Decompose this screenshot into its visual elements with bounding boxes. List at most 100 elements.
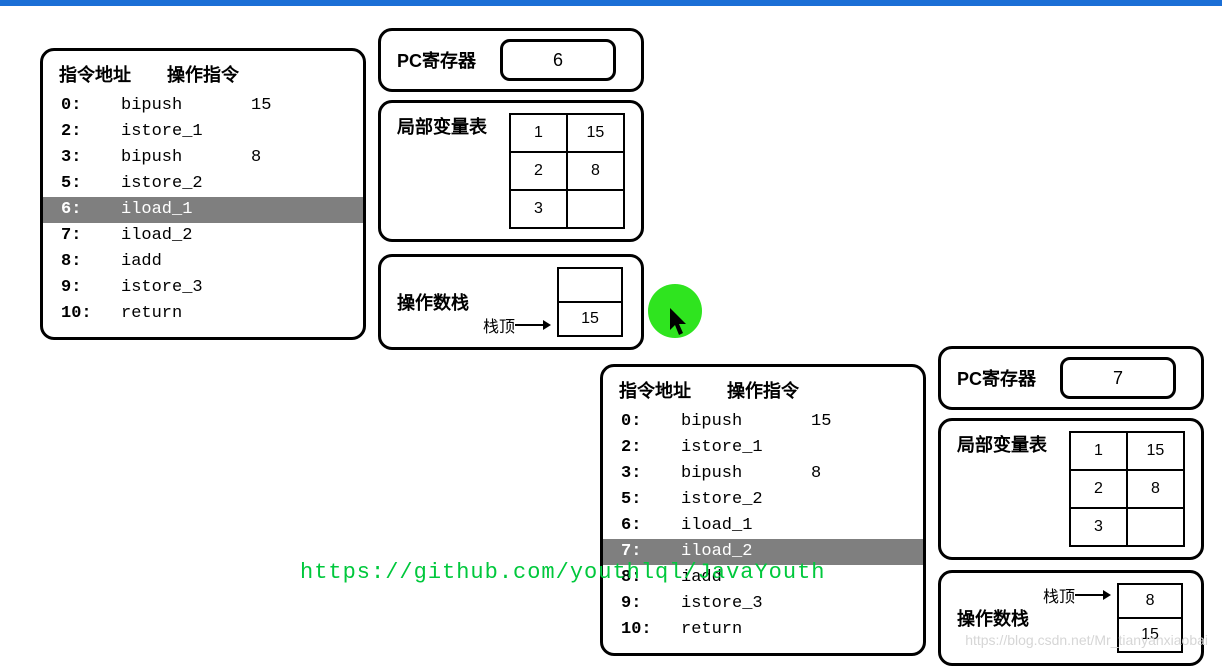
instr-addr: 3: <box>603 461 681 487</box>
github-url-overlay: https://github.com/youthlql/JavaYouth <box>300 560 825 585</box>
arrow-right-icon <box>1075 587 1111 603</box>
lvt-cell: 3 <box>1070 508 1127 546</box>
instr-addr: 7: <box>43 223 121 249</box>
mouse-cursor-icon <box>670 308 692 343</box>
instr2-header-op: 操作指令 <box>727 377 799 403</box>
ops1-top-label: 栈顶 <box>483 313 515 337</box>
instr1-rows: 0:bipush152:istore_13:bipush85:istore_26… <box>43 93 363 337</box>
instr1-header-op: 操作指令 <box>167 61 239 87</box>
lvt2-grid: 115283 <box>1069 431 1185 547</box>
instruction-row: 0:bipush15 <box>43 93 363 119</box>
opstack-panel-2: 操作数栈 栈顶 815 <box>938 570 1204 666</box>
stack-cell: 15 <box>558 302 622 336</box>
instruction-row: 10:return <box>603 617 923 643</box>
instr2-header-addr: 指令地址 <box>619 377 691 403</box>
instr2-rows: 0:bipush152:istore_13:bipush85:istore_26… <box>603 409 923 653</box>
instr-addr: 6: <box>43 197 121 223</box>
lvt-cell: 8 <box>1127 470 1184 508</box>
lvt-cell: 1 <box>1070 432 1127 470</box>
instr-arg: 8 <box>251 145 291 171</box>
ops2-top-label: 栈顶 <box>1043 583 1075 607</box>
instr-addr: 9: <box>603 591 681 617</box>
top-blue-bar <box>0 0 1222 6</box>
instr-op: istore_1 <box>121 119 251 145</box>
pc2-label: PC寄存器 <box>957 365 1036 391</box>
instr-op: istore_2 <box>681 487 811 513</box>
instr-op: bipush <box>681 409 811 435</box>
lvt-cell <box>567 190 624 228</box>
instr-op: iload_1 <box>681 513 811 539</box>
instr-arg: 15 <box>811 409 851 435</box>
lvt-cell: 1 <box>510 114 567 152</box>
instr-addr: 9: <box>43 275 121 301</box>
ops1-label: 操作数栈 <box>397 289 469 315</box>
instruction-panel-2: 指令地址 操作指令 0:bipush152:istore_13:bipush85… <box>600 364 926 656</box>
instr-op: istore_2 <box>121 171 251 197</box>
lvt-cell: 3 <box>510 190 567 228</box>
lvt-cell: 2 <box>1070 470 1127 508</box>
arrow-right-icon <box>515 317 551 333</box>
lvt-cell <box>1127 508 1184 546</box>
instr-op: istore_1 <box>681 435 811 461</box>
instruction-row: 10:return <box>43 301 363 327</box>
lvt-panel-1: 局部变量表 115283 <box>378 100 644 242</box>
pc1-value: 6 <box>500 39 616 81</box>
instr-addr: 5: <box>43 171 121 197</box>
instruction-panel-1: 指令地址 操作指令 0:bipush152:istore_13:bipush85… <box>40 48 366 340</box>
instruction-row: 0:bipush15 <box>603 409 923 435</box>
instruction-row: 7:iload_2 <box>43 223 363 249</box>
instruction-row: 2:istore_1 <box>603 435 923 461</box>
pc-register-panel-2: PC寄存器 7 <box>938 346 1204 410</box>
instr-addr: 2: <box>603 435 681 461</box>
instr-op: iload_1 <box>121 197 251 223</box>
instr-op: iload_2 <box>121 223 251 249</box>
instruction-row: 8:iadd <box>43 249 363 275</box>
pc-register-panel-1: PC寄存器 6 <box>378 28 644 92</box>
instr-addr: 8: <box>43 249 121 275</box>
instruction-row: 3:bipush8 <box>43 145 363 171</box>
instr-addr: 10: <box>43 301 121 327</box>
lvt-cell: 8 <box>567 152 624 190</box>
instr-op: iadd <box>121 249 251 275</box>
instr-addr: 10: <box>603 617 681 643</box>
instruction-row: 2:istore_1 <box>43 119 363 145</box>
pc1-label: PC寄存器 <box>397 47 476 73</box>
pc2-value: 7 <box>1060 357 1176 399</box>
instr-arg: 15 <box>251 93 291 119</box>
instr-addr: 0: <box>603 409 681 435</box>
instr-op: bipush <box>681 461 811 487</box>
instr-addr: 6: <box>603 513 681 539</box>
instruction-row: 6:iload_1 <box>603 513 923 539</box>
lvt1-grid: 115283 <box>509 113 625 229</box>
instruction-row: 5:istore_2 <box>43 171 363 197</box>
instruction-row: 3:bipush8 <box>603 461 923 487</box>
lvt-cell: 15 <box>567 114 624 152</box>
instr-addr: 0: <box>43 93 121 119</box>
instr-op: bipush <box>121 93 251 119</box>
instr-addr: 3: <box>43 145 121 171</box>
instruction-row: 9:istore_3 <box>43 275 363 301</box>
csdn-watermark: https://blog.csdn.net/Mr_tianyanxiaobai <box>965 632 1208 648</box>
instr-addr: 5: <box>603 487 681 513</box>
instr-op: return <box>121 301 251 327</box>
stack-cell: 8 <box>1118 584 1182 618</box>
stack-cell <box>558 268 622 302</box>
opstack-panel-1: 操作数栈 栈顶 15 <box>378 254 644 350</box>
lvt2-label: 局部变量表 <box>957 431 1047 547</box>
instr-op: bipush <box>121 145 251 171</box>
ops2-label: 操作数栈 <box>957 605 1029 631</box>
instr-op: return <box>681 617 811 643</box>
instr-op: istore_3 <box>121 275 251 301</box>
instr-op: istore_3 <box>681 591 811 617</box>
lvt-cell: 2 <box>510 152 567 190</box>
ops1-stack: 15 <box>557 267 623 337</box>
lvt-panel-2: 局部变量表 115283 <box>938 418 1204 560</box>
instr-arg: 8 <box>811 461 851 487</box>
instruction-row: 9:istore_3 <box>603 591 923 617</box>
instr-addr: 2: <box>43 119 121 145</box>
lvt1-label: 局部变量表 <box>397 113 487 229</box>
lvt-cell: 15 <box>1127 432 1184 470</box>
instruction-row: 5:istore_2 <box>603 487 923 513</box>
instr1-header-addr: 指令地址 <box>59 61 131 87</box>
instruction-row: 6:iload_1 <box>43 197 363 223</box>
